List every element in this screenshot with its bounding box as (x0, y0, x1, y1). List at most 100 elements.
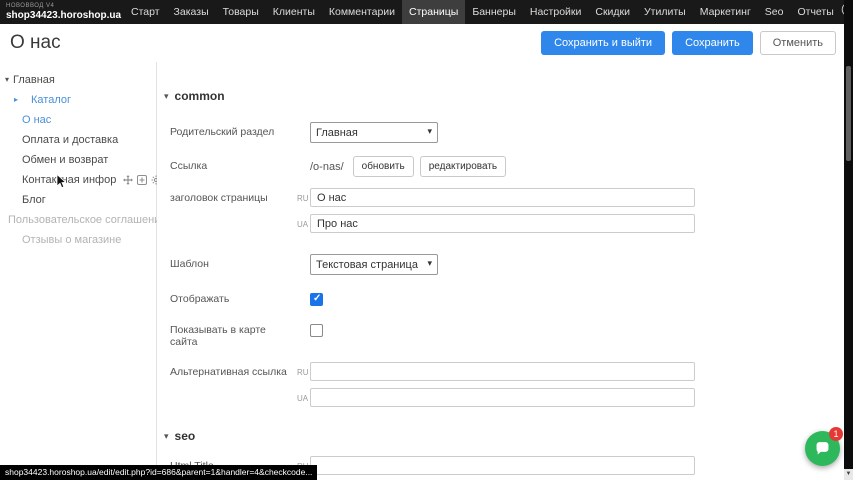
chevron-down-icon: ▾ (164, 431, 169, 442)
lang-ru-label: RU (297, 362, 310, 377)
row-alt-link-ua: UA (164, 388, 844, 407)
tree-item-contact-info[interactable]: Контактная инфор (0, 170, 156, 190)
save-button[interactable]: Сохранить (672, 31, 753, 55)
row-sitemap: Показывать в карте сайта (164, 320, 844, 348)
empty-label (164, 214, 297, 218)
drag-move-icon[interactable] (123, 175, 133, 185)
nav-item-utilities[interactable]: Утилиты (637, 0, 693, 24)
nav-item-seo[interactable]: Seo (758, 0, 791, 24)
right-edge-strip: ▼ (844, 0, 853, 480)
row-template: Шаблон Текстовая страница (164, 254, 844, 275)
tree-item-label: Оплата и доставка (22, 134, 118, 146)
page-title-ua-input[interactable] (310, 214, 695, 233)
nav-item-start[interactable]: Старт (124, 0, 167, 24)
cancel-button[interactable]: Отменить (760, 31, 836, 55)
page-title: О нас (10, 32, 61, 54)
topbar: НОВОВВОД V4 shop34423.horoshop.ua Старт … (0, 0, 853, 24)
section-seo[interactable]: ▾ seo (164, 428, 844, 444)
nav-item-discounts[interactable]: Скидки (588, 0, 637, 24)
parent-section-select[interactable]: Главная (310, 122, 438, 143)
spacer (297, 156, 310, 162)
row-page-title-ru: заголовок страницы RU (164, 188, 844, 207)
tree-item-label: Контактная инфор (22, 174, 116, 186)
link-label: Ссылка (164, 156, 297, 172)
template-select-wrap: Текстовая страница (310, 254, 438, 275)
lang-ru-label: RU (297, 188, 310, 203)
nav-item-products[interactable]: Товары (216, 0, 266, 24)
nav-item-comments[interactable]: Комментарии (322, 0, 402, 24)
chat-widget-button[interactable]: 1 (805, 431, 840, 466)
tree-item-exchange-return[interactable]: Обмен и возврат (0, 150, 156, 170)
row-alt-link-ru: Альтернативная ссылка RU (164, 362, 844, 381)
chevron-right-icon[interactable]: ▸ (14, 95, 18, 104)
tree-item-catalog[interactable]: ▸ Каталог (0, 90, 156, 110)
section-common[interactable]: ▾ common (164, 88, 844, 104)
nav-item-banners[interactable]: Баннеры (465, 0, 523, 24)
chevron-down-icon[interactable]: ▾ (5, 75, 9, 84)
logo-domain-text: shop34423.horoshop.ua (6, 11, 120, 21)
page-edit-form: ▾ common Родительский раздел Главная Ссы… (157, 62, 844, 480)
row-display: Отображать (164, 289, 844, 306)
parent-section-select-wrap: Главная (310, 122, 438, 143)
pages-tree-sidebar: ▾ Главная ▸ Каталог О нас Оплата и доста… (0, 62, 157, 480)
page-title-label: заголовок страницы (164, 188, 297, 204)
empty-label (164, 388, 297, 392)
chevron-down-icon: ▾ (164, 91, 169, 102)
section-common-title: common (175, 89, 225, 103)
tree-item-home[interactable]: ▾ Главная (0, 70, 156, 90)
nav-item-settings[interactable]: Настройки (523, 0, 589, 24)
lang-ua-label: UA (297, 388, 310, 403)
header-buttons: Сохранить и выйти Сохранить Отменить (541, 31, 836, 55)
html-title-ru-input[interactable] (310, 456, 695, 475)
link-value: /o-nas/ (310, 156, 344, 173)
display-checkbox[interactable] (310, 293, 323, 306)
tree-item-about-selected[interactable]: О нас (0, 110, 156, 130)
nav-item-marketing[interactable]: Маркетинг (693, 0, 758, 24)
tree-item-label: Отзывы о магазине (22, 234, 121, 246)
lang-ua-label: UA (297, 214, 310, 229)
page-title-ru-input[interactable] (310, 188, 695, 207)
main-nav: Старт Заказы Товары Клиенты Комментарии … (124, 0, 841, 24)
parent-section-label: Родительский раздел (164, 122, 297, 138)
chat-bubble-icon (814, 440, 831, 457)
tree-item-payment-delivery[interactable]: Оплата и доставка (0, 130, 156, 150)
scrollbar-down-button[interactable]: ▼ (844, 469, 853, 480)
tree-item-label: О нас (22, 114, 51, 126)
logo-version-text: НОВОВВОД V4 (6, 3, 120, 9)
tree-item-label: Каталог (22, 94, 71, 106)
link-edit-button[interactable]: редактировать (420, 156, 506, 177)
spacer (297, 320, 310, 326)
spacer (297, 122, 310, 128)
scrollbar-thumb[interactable] (846, 66, 851, 161)
alt-link-ru-input[interactable] (310, 362, 695, 381)
display-label: Отображать (164, 289, 297, 305)
tree-item-label: Главная (13, 74, 55, 86)
row-link: Ссылка /o-nas/ обновить редактировать (164, 156, 844, 177)
template-label: Шаблон (164, 254, 297, 270)
tree-item-label: Обмен и возврат (22, 154, 108, 166)
alt-link-ua-input[interactable] (310, 388, 695, 407)
tree-item-blog[interactable]: Блог (0, 190, 156, 210)
logo[interactable]: НОВОВВОД V4 shop34423.horoshop.ua (0, 0, 120, 24)
link-update-button[interactable]: обновить (353, 156, 414, 177)
tree-item-label: Блог (22, 194, 46, 206)
sitemap-label: Показывать в карте сайта (164, 320, 297, 348)
alt-link-label: Альтернативная ссылка (164, 362, 297, 378)
nav-item-clients[interactable]: Клиенты (266, 0, 322, 24)
save-and-exit-button[interactable]: Сохранить и выйти (541, 31, 665, 55)
add-page-icon[interactable] (137, 175, 147, 185)
tree-item-store-reviews[interactable]: Отзывы о магазине (0, 230, 156, 250)
template-select[interactable]: Текстовая страница (310, 254, 438, 275)
spacer (297, 254, 310, 260)
spacer (297, 289, 310, 295)
nav-item-pages[interactable]: Страницы (402, 0, 465, 24)
sitemap-checkbox[interactable] (310, 324, 323, 337)
tree-item-label: Пользовательское соглашение (8, 214, 166, 226)
tree-item-user-agreement[interactable]: Пользовательское соглашение (0, 210, 156, 230)
nav-item-reports[interactable]: Отчеты (790, 0, 840, 24)
page-header: О нас Сохранить и выйти Сохранить Отмени… (0, 24, 844, 62)
nav-item-orders[interactable]: Заказы (167, 0, 216, 24)
status-url-tooltip: shop34423.horoshop.ua/edit/edit.php?id=6… (0, 465, 317, 480)
row-parent-section: Родительский раздел Главная (164, 122, 844, 143)
section-seo-title: seo (175, 429, 196, 443)
